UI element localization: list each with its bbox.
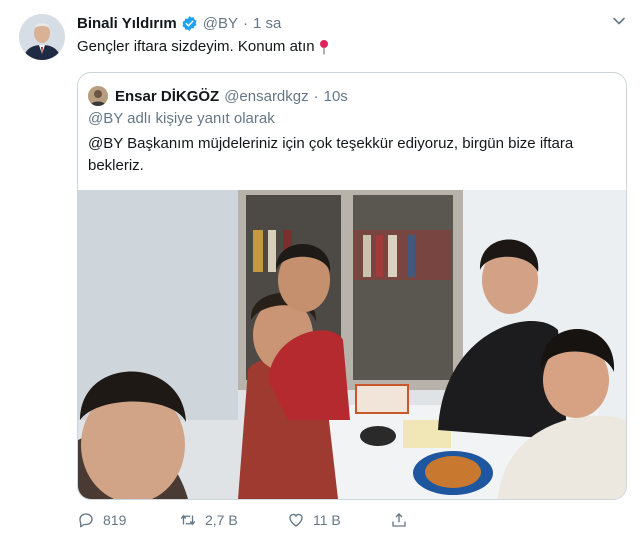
tweet-time[interactable]: 1 sa — [253, 15, 281, 32]
pushpin-icon — [318, 39, 330, 55]
tweet-header: Binali Yıldırım @BY · 1 sa — [77, 15, 281, 32]
share-button[interactable] — [390, 511, 416, 529]
retweet-count: 2,7 B — [205, 512, 238, 528]
quoted-header: Ensar DİKGÖZ @ensardkgz · 10s — [88, 86, 348, 106]
quoted-photo[interactable] — [78, 190, 626, 499]
quoted-author-name: Ensar DİKGÖZ — [115, 87, 220, 105]
quoted-text: @BY Başkanım müjdeleriniz için çok teşek… — [88, 135, 574, 174]
retweet-icon — [180, 514, 196, 526]
like-button[interactable]: 11 B — [287, 511, 341, 529]
author-name[interactable]: Binali Yıldırım — [77, 15, 177, 32]
share-icon — [392, 513, 406, 527]
quoted-separator-dot: · — [313, 87, 319, 105]
author-avatar[interactable] — [19, 14, 65, 60]
separator-dot: · — [243, 15, 248, 32]
reply-icon — [79, 513, 93, 528]
like-count: 11 B — [313, 512, 341, 528]
quoted-time: 10s — [323, 87, 348, 105]
verified-badge-icon — [181, 15, 198, 32]
heart-icon — [289, 513, 303, 527]
action-bar: 819 2,7 B 11 B — [77, 511, 497, 535]
tweet-text-body: Gençler iftara sizdeyim. Konum atın — [77, 38, 315, 55]
replying-to: @BY adlı kişiye yanıt olarak — [88, 110, 275, 127]
author-handle[interactable]: @BY — [203, 15, 238, 32]
tweet-text: Gençler iftara sizdeyim. Konum atın — [77, 38, 330, 55]
quoted-author-avatar — [88, 86, 108, 106]
retweet-button[interactable]: 2,7 B — [179, 511, 238, 529]
chevron-down-icon[interactable] — [612, 14, 626, 28]
quoted-author-handle: @ensardkgz — [224, 87, 309, 105]
reply-button[interactable]: 819 — [77, 511, 126, 529]
tweet: Binali Yıldırım @BY · 1 sa Gençler iftar… — [0, 0, 640, 539]
reply-count: 819 — [103, 512, 127, 528]
quoted-tweet[interactable]: Ensar DİKGÖZ @ensardkgz · 10s @BY adlı k… — [77, 72, 627, 500]
